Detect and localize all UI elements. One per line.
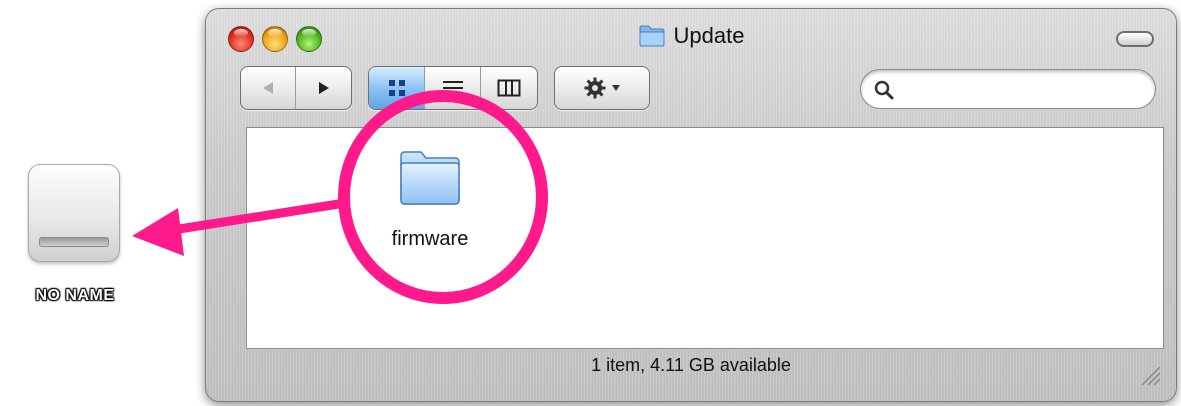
icon-view-icon — [388, 80, 405, 96]
drive-icon[interactable] — [28, 164, 120, 264]
action-menu — [554, 66, 650, 110]
folder-icon — [400, 151, 460, 205]
forward-arrow-icon — [318, 82, 329, 94]
list-view-icon — [442, 81, 463, 95]
chevron-down-icon — [612, 85, 620, 91]
drive-label[interactable]: NO NAME — [0, 287, 150, 305]
nav-buttons — [240, 66, 352, 110]
back-arrow-icon — [263, 82, 273, 94]
status-bar: 1 item, 4.11 GB available — [591, 355, 791, 375]
search-input[interactable] — [901, 76, 1145, 104]
window-title-bar: Update — [206, 23, 1176, 49]
search-icon — [874, 80, 894, 100]
drive-slot — [39, 237, 109, 247]
resize-grip-icon[interactable] — [1138, 363, 1162, 387]
window-title: Update — [673, 23, 745, 48]
icon-view-button[interactable] — [369, 67, 425, 109]
drive-body — [28, 164, 120, 262]
finder-window: Update firmware 1 item, 4.11 GB availabl… — [205, 8, 1177, 402]
column-view-icon — [497, 79, 521, 97]
column-view-button[interactable] — [481, 67, 537, 109]
title-folder-icon — [639, 25, 665, 47]
toolbar-toggle-button[interactable] — [1116, 31, 1154, 47]
folder-item-firmware[interactable]: firmware — [365, 146, 495, 266]
action-menu-button[interactable] — [555, 67, 649, 109]
folder-label: firmware — [391, 228, 469, 250]
forward-button[interactable] — [296, 67, 351, 109]
file-browser-area: firmware — [246, 127, 1164, 349]
view-mode-buttons — [368, 66, 538, 110]
list-view-button[interactable] — [425, 67, 481, 109]
arrow-head-icon — [132, 208, 184, 256]
gear-icon — [584, 77, 606, 99]
back-button[interactable] — [241, 67, 297, 109]
search-field[interactable] — [860, 69, 1156, 109]
